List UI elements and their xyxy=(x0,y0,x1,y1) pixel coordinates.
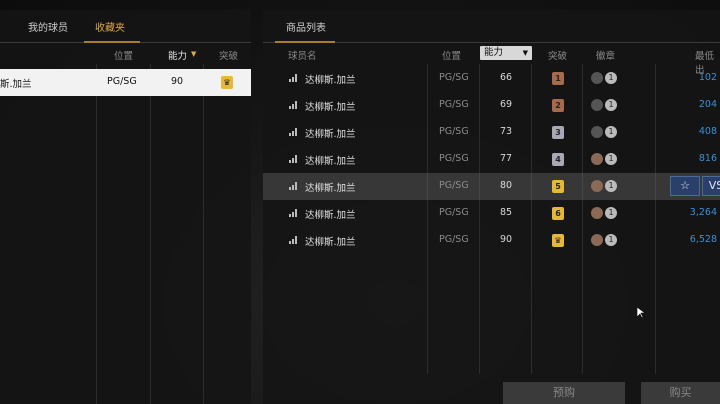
player-ability: 85 xyxy=(500,207,513,218)
badge-medal-icon xyxy=(591,207,603,219)
player-name: 达柳斯.加兰 xyxy=(305,75,356,86)
table-row[interactable]: 达柳斯.加兰 PG/SG 77 4 1 816 xyxy=(263,146,720,173)
breakthrough-badge: 1 xyxy=(552,72,564,85)
breakthrough-badge: 3 xyxy=(552,126,564,139)
player-name: 达柳斯.加兰 xyxy=(305,129,356,140)
badge-count: 1 xyxy=(605,72,617,84)
breakthrough-badge: 6 xyxy=(552,207,564,220)
header-ability[interactable]: 能力 xyxy=(168,48,187,62)
table-row[interactable]: 达柳斯.加兰 PG/SG 85 6 1 3,264 xyxy=(263,200,720,227)
player-position: PG/SG xyxy=(439,99,469,110)
player-position: PG/SG xyxy=(439,180,469,191)
left-table-body: 斯.加兰 PG/SG 90 ♛ xyxy=(0,64,251,404)
breakthrough-badge: 2 xyxy=(552,99,564,112)
badge-count: 1 xyxy=(605,153,617,165)
table-row[interactable]: 达柳斯.加兰 PG/SG 66 1 1 102 xyxy=(263,65,720,92)
right-table-header: 球员名 位置 能力 ▼ 突破 徽章 最低出 xyxy=(263,43,720,76)
player-ability: 66 xyxy=(500,72,513,83)
badge-medal-icon xyxy=(591,180,603,192)
badge-medal-icon xyxy=(591,72,603,84)
right-table-body: 达柳斯.加兰 PG/SG 66 1 1 102 达柳斯.加兰 PG/SG 69 2 1 204 达柳斯.… xyxy=(263,64,720,374)
market-panel: 商品列表 球员名 位置 能力 ▼ 突破 徽章 最低出 达柳斯.加兰 PG/SG 66… xyxy=(263,10,720,404)
table-row[interactable]: 达柳斯.加兰 PG/SG 73 3 1 408 xyxy=(263,119,720,146)
sort-desc-icon[interactable]: ▼ xyxy=(191,50,196,58)
player-name: 斯.加兰 xyxy=(0,79,32,90)
min-price: 3,264 xyxy=(689,207,717,218)
header-badge[interactable]: 徽章 xyxy=(596,48,615,62)
sell-button[interactable]: VS xyxy=(702,176,720,196)
table-row[interactable]: 达柳斯.加兰 PG/SG 90 ♛ 1 6,528 xyxy=(263,227,720,254)
breakthrough-badge: 4 xyxy=(552,153,564,166)
right-tab-bar: 商品列表 xyxy=(263,10,720,43)
header-player[interactable]: 球员名 xyxy=(288,48,317,62)
column-divider xyxy=(203,64,204,404)
player-name: 达柳斯.加兰 xyxy=(305,237,356,248)
min-price: 102 xyxy=(698,72,717,83)
signal-icon xyxy=(289,182,297,190)
player-position: PG/SG xyxy=(439,72,469,83)
player-position: PG/SG xyxy=(439,126,469,137)
my-players-panel: 我的球员 收藏夹 位置 能力 ▼ 突破 斯.加兰 PG/SG 90 ♛ xyxy=(0,10,251,404)
favorite-star-button[interactable]: ☆ xyxy=(670,176,700,196)
left-table-header: 位置 能力 ▼ 突破 xyxy=(0,43,251,65)
badge-medal-icon xyxy=(591,153,603,165)
badge-count: 1 xyxy=(605,207,617,219)
badge-count: 1 xyxy=(605,99,617,111)
header-breakthrough[interactable]: 突破 xyxy=(219,48,238,62)
ability-sort-dropdown[interactable]: 能力 ▼ xyxy=(480,46,532,60)
signal-icon xyxy=(289,155,297,163)
badge-count: 1 xyxy=(605,234,617,246)
player-name: 达柳斯.加兰 xyxy=(305,156,356,167)
table-row[interactable]: 达柳斯.加兰 PG/SG 80 5 1 ☆ VS xyxy=(263,173,720,200)
player-ability: 73 xyxy=(500,126,513,137)
crown-icon: ♛ xyxy=(221,76,233,89)
player-ability: 90 xyxy=(500,234,513,245)
min-price: 816 xyxy=(698,153,717,164)
player-ability: 69 xyxy=(500,99,513,110)
badge-count: 1 xyxy=(605,126,617,138)
header-breakthrough[interactable]: 突破 xyxy=(548,48,567,62)
badge-medal-icon xyxy=(591,99,603,111)
header-position[interactable]: 位置 xyxy=(114,48,133,62)
tab-favorites[interactable]: 收藏夹 xyxy=(95,19,125,34)
signal-icon xyxy=(289,101,297,109)
player-position: PG/SG xyxy=(107,76,137,87)
breakthrough-badge: 5 xyxy=(552,180,564,193)
table-row[interactable]: 达柳斯.加兰 PG/SG 69 2 1 204 xyxy=(263,92,720,119)
player-name: 达柳斯.加兰 xyxy=(305,102,356,113)
column-divider xyxy=(96,64,97,404)
player-position: PG/SG xyxy=(439,153,469,164)
player-ability: 80 xyxy=(500,180,513,191)
tab-product-list[interactable]: 商品列表 xyxy=(286,19,326,34)
preorder-button[interactable]: 预购 xyxy=(503,382,625,404)
chevron-down-icon: ▼ xyxy=(522,49,528,57)
min-price: 408 xyxy=(698,126,717,137)
signal-icon xyxy=(289,128,297,136)
signal-icon xyxy=(289,236,297,244)
min-price: 6,528 xyxy=(689,234,717,245)
player-name: 达柳斯.加兰 xyxy=(305,183,356,194)
badge-medal-icon xyxy=(591,126,603,138)
table-row[interactable]: 斯.加兰 PG/SG 90 ♛ xyxy=(0,69,251,96)
column-divider xyxy=(150,64,151,404)
crown-icon: ♛ xyxy=(552,234,564,247)
player-ability: 90 xyxy=(171,76,184,87)
mouse-cursor-icon xyxy=(637,307,645,319)
signal-icon xyxy=(289,74,297,82)
badge-medal-icon xyxy=(591,234,603,246)
tab-my-players[interactable]: 我的球员 xyxy=(28,19,68,34)
signal-icon xyxy=(289,209,297,217)
player-name: 达柳斯.加兰 xyxy=(305,210,356,221)
buy-button[interactable]: 购买 xyxy=(641,382,720,404)
badge-count: 1 xyxy=(605,180,617,192)
header-position[interactable]: 位置 xyxy=(442,48,461,62)
left-tab-bar: 我的球员 收藏夹 xyxy=(0,10,251,43)
player-position: PG/SG xyxy=(439,234,469,245)
min-price: 204 xyxy=(698,99,717,110)
player-ability: 77 xyxy=(500,153,513,164)
player-position: PG/SG xyxy=(439,207,469,218)
header-ability: 能力 xyxy=(484,47,504,58)
